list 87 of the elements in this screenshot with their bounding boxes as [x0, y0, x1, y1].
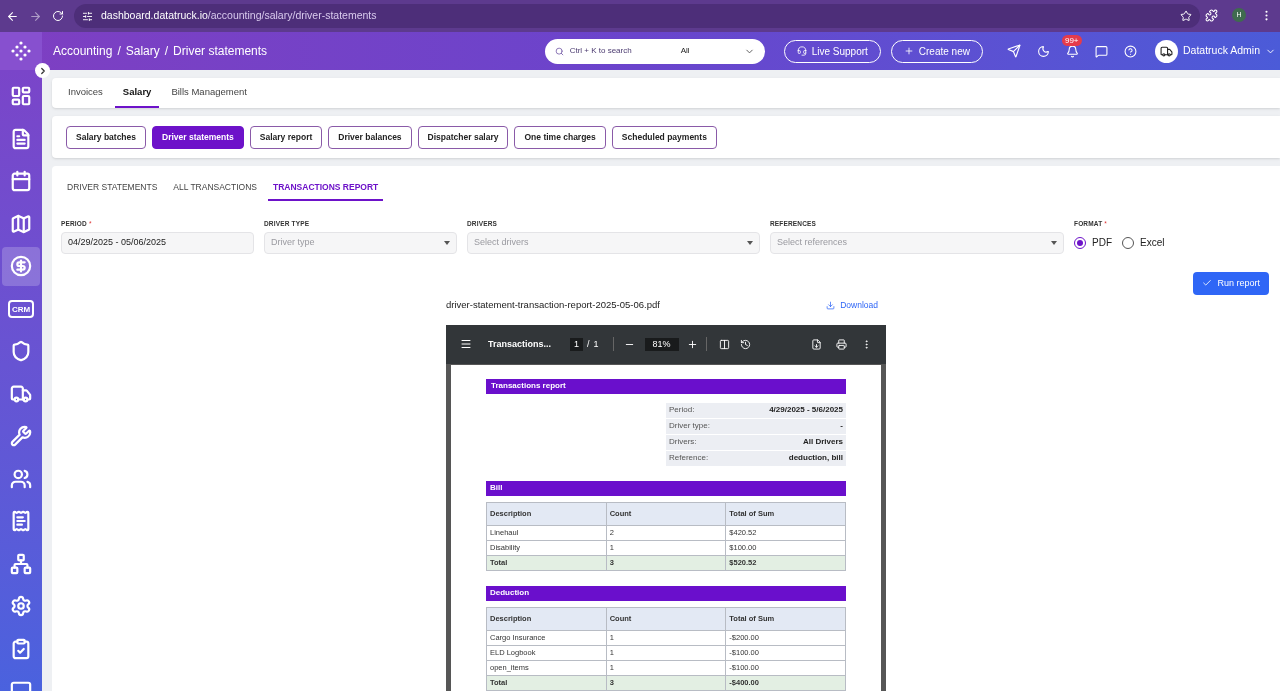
summary-value: deduction, bill [788, 452, 843, 465]
summary-label: Drivers: [669, 436, 697, 449]
download-icon [826, 300, 836, 310]
dashboard-icon [10, 85, 32, 108]
logo-icon[interactable] [11, 41, 31, 61]
download-icon[interactable] [811, 338, 822, 350]
section-button[interactable]: Dispatcher salary [417, 125, 509, 149]
sidebar-item[interactable] [2, 247, 40, 286]
search-field[interactable]: Ctrl + K to search All [544, 38, 765, 64]
breadcrumb-item: Driver statements [173, 43, 268, 60]
crm-icon: CRM [7, 299, 35, 318]
zoom-in-icon[interactable] [686, 338, 698, 350]
section-title-bar: Bill [486, 480, 846, 496]
receipt-icon [10, 510, 32, 533]
section-button[interactable]: Salary report [249, 125, 323, 149]
site-settings-icon[interactable] [82, 10, 93, 22]
report-title-bar: Transactions report [486, 378, 846, 394]
headset-icon [796, 46, 807, 56]
zoom-field[interactable]: 81% [644, 337, 679, 351]
help-icon[interactable] [1123, 44, 1137, 58]
document-icon [10, 127, 32, 150]
tab[interactable]: ALL TRANSACTIONS [168, 181, 262, 201]
tab[interactable]: DRIVER STATEMENTS [62, 181, 163, 201]
section-button[interactable]: Scheduled payments [611, 125, 717, 149]
tab[interactable]: Bills Management [163, 78, 255, 108]
users-icon [10, 467, 32, 490]
url-text: dashboard.datatruck.io/accounting/salary/driver-statements [101, 8, 377, 24]
page-field[interactable]: 1 [570, 337, 583, 351]
network-icon [10, 552, 32, 575]
map-icon [10, 212, 32, 235]
extensions-icon[interactable] [1205, 8, 1218, 22]
dropdown-icon [444, 240, 450, 245]
wrench-icon [10, 425, 32, 448]
search-icon [554, 46, 564, 56]
check-icon [1202, 278, 1213, 289]
dropdown-icon [1051, 240, 1057, 245]
user-avatar[interactable] [1154, 39, 1178, 63]
summary-value: - [840, 420, 843, 433]
page-separator: / [587, 337, 590, 351]
date-field[interactable]: 04/29/2025 - 05/06/2025 [61, 231, 254, 254]
fit-page-icon[interactable] [718, 338, 730, 350]
summary-label: Reference: [669, 452, 709, 465]
file-name: driver-statement-transaction-report-2025-05-06.pdf [446, 298, 660, 313]
bookmark-icon[interactable] [1180, 10, 1192, 22]
dropdown-icon [747, 240, 753, 245]
section-button[interactable]: Driver statements [152, 125, 244, 149]
radio-option[interactable]: PDF [1074, 235, 1112, 251]
summary-label: Period: [669, 404, 695, 417]
reload-icon[interactable] [52, 10, 64, 22]
menu-icon[interactable] [460, 338, 472, 351]
settings-icon [10, 595, 32, 618]
page-total: 1 [593, 337, 599, 351]
section-button[interactable]: Salary batches [66, 125, 146, 149]
run-report-button[interactable]: Run report [1193, 271, 1269, 295]
clipboard-check-icon [10, 637, 32, 660]
summary-value: 4/29/2025 - 5/6/2025 [769, 404, 843, 417]
bell-icon[interactable] [1065, 44, 1079, 58]
sidebar-item[interactable]: CRM [2, 289, 40, 328]
dollar-icon [10, 255, 32, 278]
shield-icon [10, 340, 32, 363]
summary-label: Driver type: [669, 420, 710, 433]
summary-value: All Drivers [802, 436, 843, 449]
send-icon[interactable] [1006, 44, 1021, 58]
chat-icon[interactable] [1094, 44, 1108, 58]
breadcrumb-separator: / [164, 43, 169, 60]
notification-badge: 99+ [1061, 34, 1082, 46]
breadcrumb-separator: / [117, 43, 121, 60]
tab[interactable]: Salary [114, 78, 160, 108]
address-bar[interactable]: dashboard.datatruck.io/accounting/salary/driver-statements [74, 4, 1200, 28]
calendar-icon [10, 170, 32, 193]
breadcrumb-item[interactable]: Salary [125, 42, 160, 60]
plus-icon [903, 46, 914, 56]
section-title-bar: Deduction [486, 585, 846, 601]
print-icon[interactable] [836, 338, 847, 350]
rotate-icon[interactable] [739, 338, 751, 350]
tab[interactable]: TRANSACTIONS REPORT [267, 181, 384, 201]
section-button[interactable]: Driver balances [328, 125, 412, 149]
user-name[interactable]: Datatruck Admin [1182, 43, 1260, 59]
breadcrumb-item[interactable]: Accounting [53, 42, 113, 60]
document-title: Transactions... [488, 337, 553, 351]
tab[interactable]: Invoices [60, 78, 111, 108]
radio-option[interactable]: Excel [1122, 235, 1165, 251]
back-icon[interactable] [6, 9, 19, 23]
search-scope[interactable]: All [680, 45, 738, 57]
moon-icon[interactable] [1036, 44, 1050, 58]
section-button[interactable]: One time charges [514, 125, 606, 149]
download-link[interactable]: Download [826, 298, 878, 312]
